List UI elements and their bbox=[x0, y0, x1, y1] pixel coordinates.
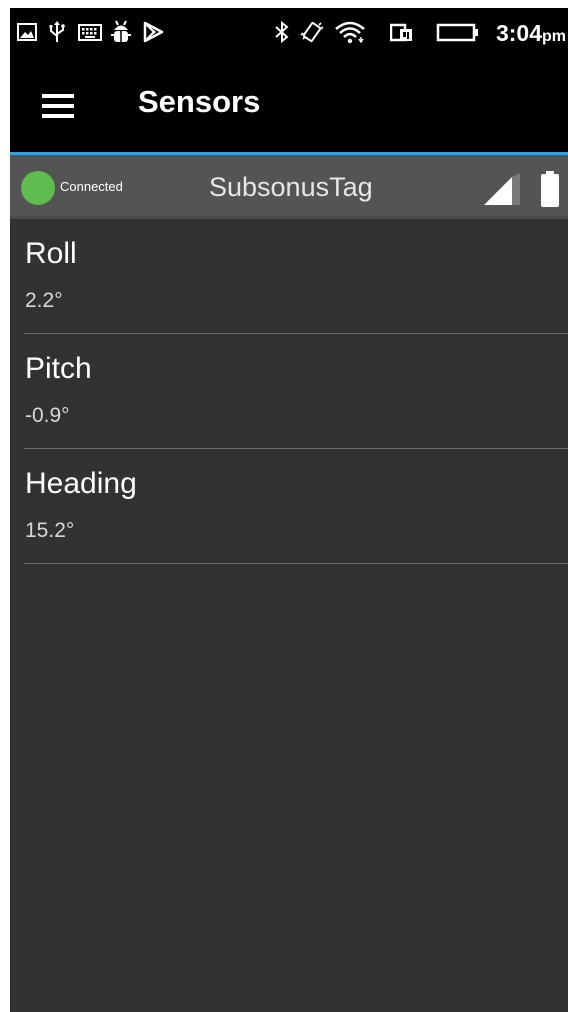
sensor-item-pitch[interactable]: Pitch -0.9° bbox=[24, 334, 568, 449]
page-title: Sensors bbox=[138, 84, 261, 119]
connection-status-indicator bbox=[21, 171, 55, 205]
play-store-icon bbox=[143, 21, 164, 43]
android-debug-icon bbox=[111, 20, 131, 42]
sensor-item-heading[interactable]: Heading 15.2° bbox=[24, 449, 568, 564]
status-time-value: 3:04 bbox=[495, 20, 542, 46]
sensor-name: Pitch bbox=[25, 352, 92, 385]
battery-icon bbox=[436, 23, 478, 42]
sensor-value: 15.2° bbox=[25, 519, 75, 542]
sensor-name: Roll bbox=[25, 237, 77, 270]
keyboard-icon bbox=[78, 24, 102, 41]
menu-icon[interactable] bbox=[40, 90, 76, 122]
sensor-item-roll[interactable]: Roll 2.2° bbox=[24, 219, 568, 334]
device-battery-icon bbox=[541, 171, 559, 207]
app-bar: Sensors bbox=[10, 60, 568, 152]
image-icon bbox=[17, 23, 37, 41]
wifi-icon bbox=[335, 21, 365, 44]
phone-screen: 3:04pm Sensors Connected SubsonusTag Rol… bbox=[10, 8, 568, 1012]
sensor-value: -0.9° bbox=[25, 404, 70, 427]
device-name: SubsonusTag bbox=[209, 172, 373, 202]
usb-icon bbox=[49, 21, 65, 42]
status-time: 3:04pm bbox=[496, 20, 566, 47]
sensor-list: Roll 2.2° Pitch -0.9° Heading 15.2° bbox=[24, 219, 568, 564]
signal-strength-icon bbox=[484, 173, 520, 205]
status-bar: 3:04pm bbox=[10, 8, 568, 60]
bluetooth-icon bbox=[275, 20, 289, 44]
sim-icon bbox=[390, 23, 412, 42]
device-bar[interactable]: Connected SubsonusTag bbox=[10, 155, 568, 216]
status-time-ampm: pm bbox=[542, 28, 566, 45]
connection-status-label: Connected bbox=[60, 179, 123, 194]
sensor-value: 2.2° bbox=[25, 289, 63, 312]
sensor-name: Heading bbox=[25, 467, 137, 500]
vibrate-icon bbox=[300, 21, 324, 43]
